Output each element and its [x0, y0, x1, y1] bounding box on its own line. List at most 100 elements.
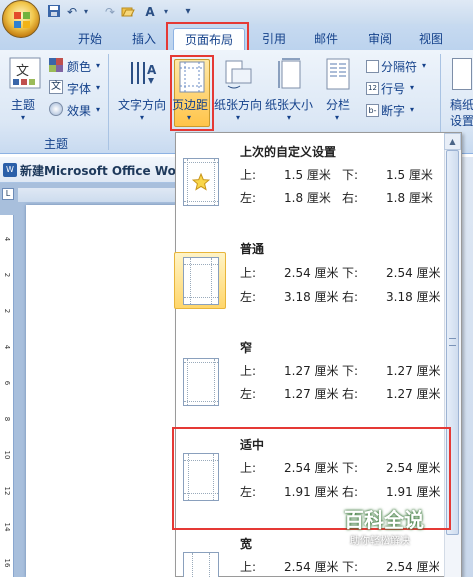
option-right-value: 3.18 厘米: [386, 290, 441, 304]
option-bottom-value: 1.27 厘米: [386, 364, 441, 378]
undo-dropdown-icon[interactable]: ▾: [78, 4, 94, 20]
svg-text:A: A: [147, 63, 157, 77]
option-title: 上次的自定义设置: [240, 145, 337, 159]
option-left-value: 3.18 厘米: [284, 290, 339, 304]
themes-label[interactable]: 主题: [11, 96, 35, 113]
themes-icon[interactable]: 文: [9, 57, 41, 89]
quick-access-dropdown-icon[interactable]: ▾: [158, 4, 174, 20]
draft-settings-label[interactable]: 设置: [450, 112, 473, 129]
customize-quick-access-icon[interactable]: ▾: [180, 4, 196, 20]
option-right-value: 1.8 厘米: [386, 191, 433, 205]
scroll-up-icon[interactable]: ▲: [444, 133, 461, 150]
orientation-icon[interactable]: [224, 60, 252, 90]
paper-size-dropdown-icon[interactable]: ▾: [287, 113, 291, 122]
breaks-dropdown-icon[interactable]: ▾: [422, 61, 426, 70]
option-title: 宽: [240, 537, 253, 551]
option-top-value: 1.5 厘米: [284, 168, 331, 182]
save-icon[interactable]: [46, 4, 62, 20]
tab-review[interactable]: 审阅: [360, 28, 400, 50]
page-margins-icon: [183, 552, 219, 577]
ruler-mark-label: 2: [3, 272, 11, 278]
text-direction-label[interactable]: 文字方向: [118, 96, 166, 113]
hyphenation-icon[interactable]: b-: [366, 104, 379, 117]
themes-dropdown-icon[interactable]: ▾: [21, 113, 25, 122]
option-bottom-value: 2.54 厘米: [386, 560, 439, 574]
font-color-icon[interactable]: A: [140, 4, 160, 20]
site-watermark: 百科全说 助你轻松解决: [332, 502, 442, 550]
effects-dropdown-icon[interactable]: ▾: [96, 105, 100, 114]
fonts-icon[interactable]: 文: [49, 80, 63, 94]
colors-dropdown-icon[interactable]: ▾: [96, 61, 100, 70]
hyphenation-label[interactable]: 断字: [381, 102, 405, 119]
page-margins-icon: [183, 358, 219, 406]
line-numbers-dropdown-icon[interactable]: ▾: [410, 83, 414, 92]
effects-icon[interactable]: [49, 102, 63, 116]
option-bottom-value: 2.54 厘米: [386, 461, 441, 475]
vertical-ruler[interactable]: 4 2 2 4 6 8 10 12 14 16: [0, 215, 14, 577]
tab-selector-icon[interactable]: L: [2, 188, 14, 200]
option-title: 窄: [240, 341, 253, 355]
margin-option-narrow[interactable]: 窄 上: 1.27 厘米 下: 1.27 厘米 左: 1.27 厘米 右: 1.…: [177, 334, 441, 428]
line-numbers-icon[interactable]: 12: [366, 82, 379, 95]
margin-option-normal[interactable]: 普通 上: 2.54 厘米 下: 2.54 厘米 左: 3.18 厘米 右: 3…: [174, 234, 441, 334]
ruler-mark-label: 2: [3, 308, 11, 314]
option-top-label: 上:: [240, 560, 257, 574]
breaks-label[interactable]: 分隔符: [381, 58, 417, 75]
redo-icon[interactable]: ↷: [102, 4, 118, 20]
open-file-icon[interactable]: [120, 4, 136, 20]
columns-icon[interactable]: [326, 58, 350, 90]
margins-label[interactable]: 页边距: [172, 96, 208, 113]
margins-icon[interactable]: [179, 61, 205, 93]
tab-insert[interactable]: 插入: [124, 28, 164, 50]
option-left-label: 左:: [240, 191, 257, 205]
option-right-label: 右:: [342, 191, 359, 205]
option-right-value: 1.91 厘米: [386, 485, 441, 499]
ribbon-tabs: 开始 插入 页面布局 引用 邮件 审阅 视图: [0, 24, 473, 50]
option-top-value: 2.54 厘米: [284, 560, 339, 574]
option-title: 普通: [240, 242, 265, 256]
fonts-label[interactable]: 字体: [67, 80, 91, 97]
document-page[interactable]: [26, 205, 175, 577]
ruler-mark-label: 16: [3, 558, 11, 568]
tab-view[interactable]: 视图: [411, 28, 451, 50]
draft-paper-label[interactable]: 稿纸: [450, 96, 473, 113]
paper-size-icon[interactable]: [278, 58, 302, 90]
watermark-subtitle: 助你轻松解决: [350, 536, 410, 547]
tab-page-layout[interactable]: 页面布局: [173, 28, 245, 50]
draft-paper-icon[interactable]: [452, 58, 472, 90]
breaks-icon[interactable]: [366, 60, 379, 73]
option-bottom-value: 1.5 厘米: [386, 168, 433, 182]
margin-option-last-custom[interactable]: 上次的自定义设置 上: 1.5 厘米 下: 1.5 厘米 左: 1.8 厘米 右…: [177, 140, 439, 234]
orientation-label[interactable]: 纸张方向: [214, 96, 262, 113]
text-direction-icon[interactable]: A: [126, 58, 158, 90]
option-title: 适中: [240, 438, 265, 452]
colors-icon[interactable]: [49, 58, 63, 72]
option-left-value: 1.8 厘米: [284, 191, 331, 205]
option-top-value: 1.27 厘米: [284, 364, 339, 378]
line-numbers-label[interactable]: 行号: [381, 80, 405, 97]
horizontal-ruler[interactable]: [18, 188, 175, 202]
text-direction-dropdown-icon[interactable]: ▾: [140, 113, 144, 122]
fonts-dropdown-icon[interactable]: ▾: [96, 83, 100, 92]
columns-label[interactable]: 分栏: [326, 96, 350, 113]
tab-mailings[interactable]: 邮件: [306, 28, 346, 50]
margins-dropdown-icon[interactable]: ▾: [187, 113, 191, 122]
office-button[interactable]: [2, 0, 40, 38]
paper-size-label[interactable]: 纸张大小: [265, 96, 313, 113]
option-top-label: 上:: [240, 461, 257, 475]
orientation-dropdown-icon[interactable]: ▾: [236, 113, 240, 122]
hyphenation-dropdown-icon[interactable]: ▾: [410, 105, 414, 114]
option-left-value: 1.27 厘米: [284, 387, 339, 401]
tab-home[interactable]: 开始: [70, 28, 110, 50]
option-top-label: 上:: [240, 168, 257, 182]
colors-label[interactable]: 颜色: [67, 58, 91, 75]
effects-label[interactable]: 效果: [67, 102, 91, 119]
svg-text:文: 文: [16, 64, 29, 79]
option-left-label: 左:: [240, 387, 257, 401]
watermark-title: 百科全说: [344, 508, 424, 532]
columns-dropdown-icon[interactable]: ▾: [335, 113, 339, 122]
option-bottom-label: 下:: [342, 266, 359, 280]
tab-references[interactable]: 引用: [254, 28, 294, 50]
page-margins-icon: [183, 257, 219, 305]
star-icon: [192, 173, 210, 191]
